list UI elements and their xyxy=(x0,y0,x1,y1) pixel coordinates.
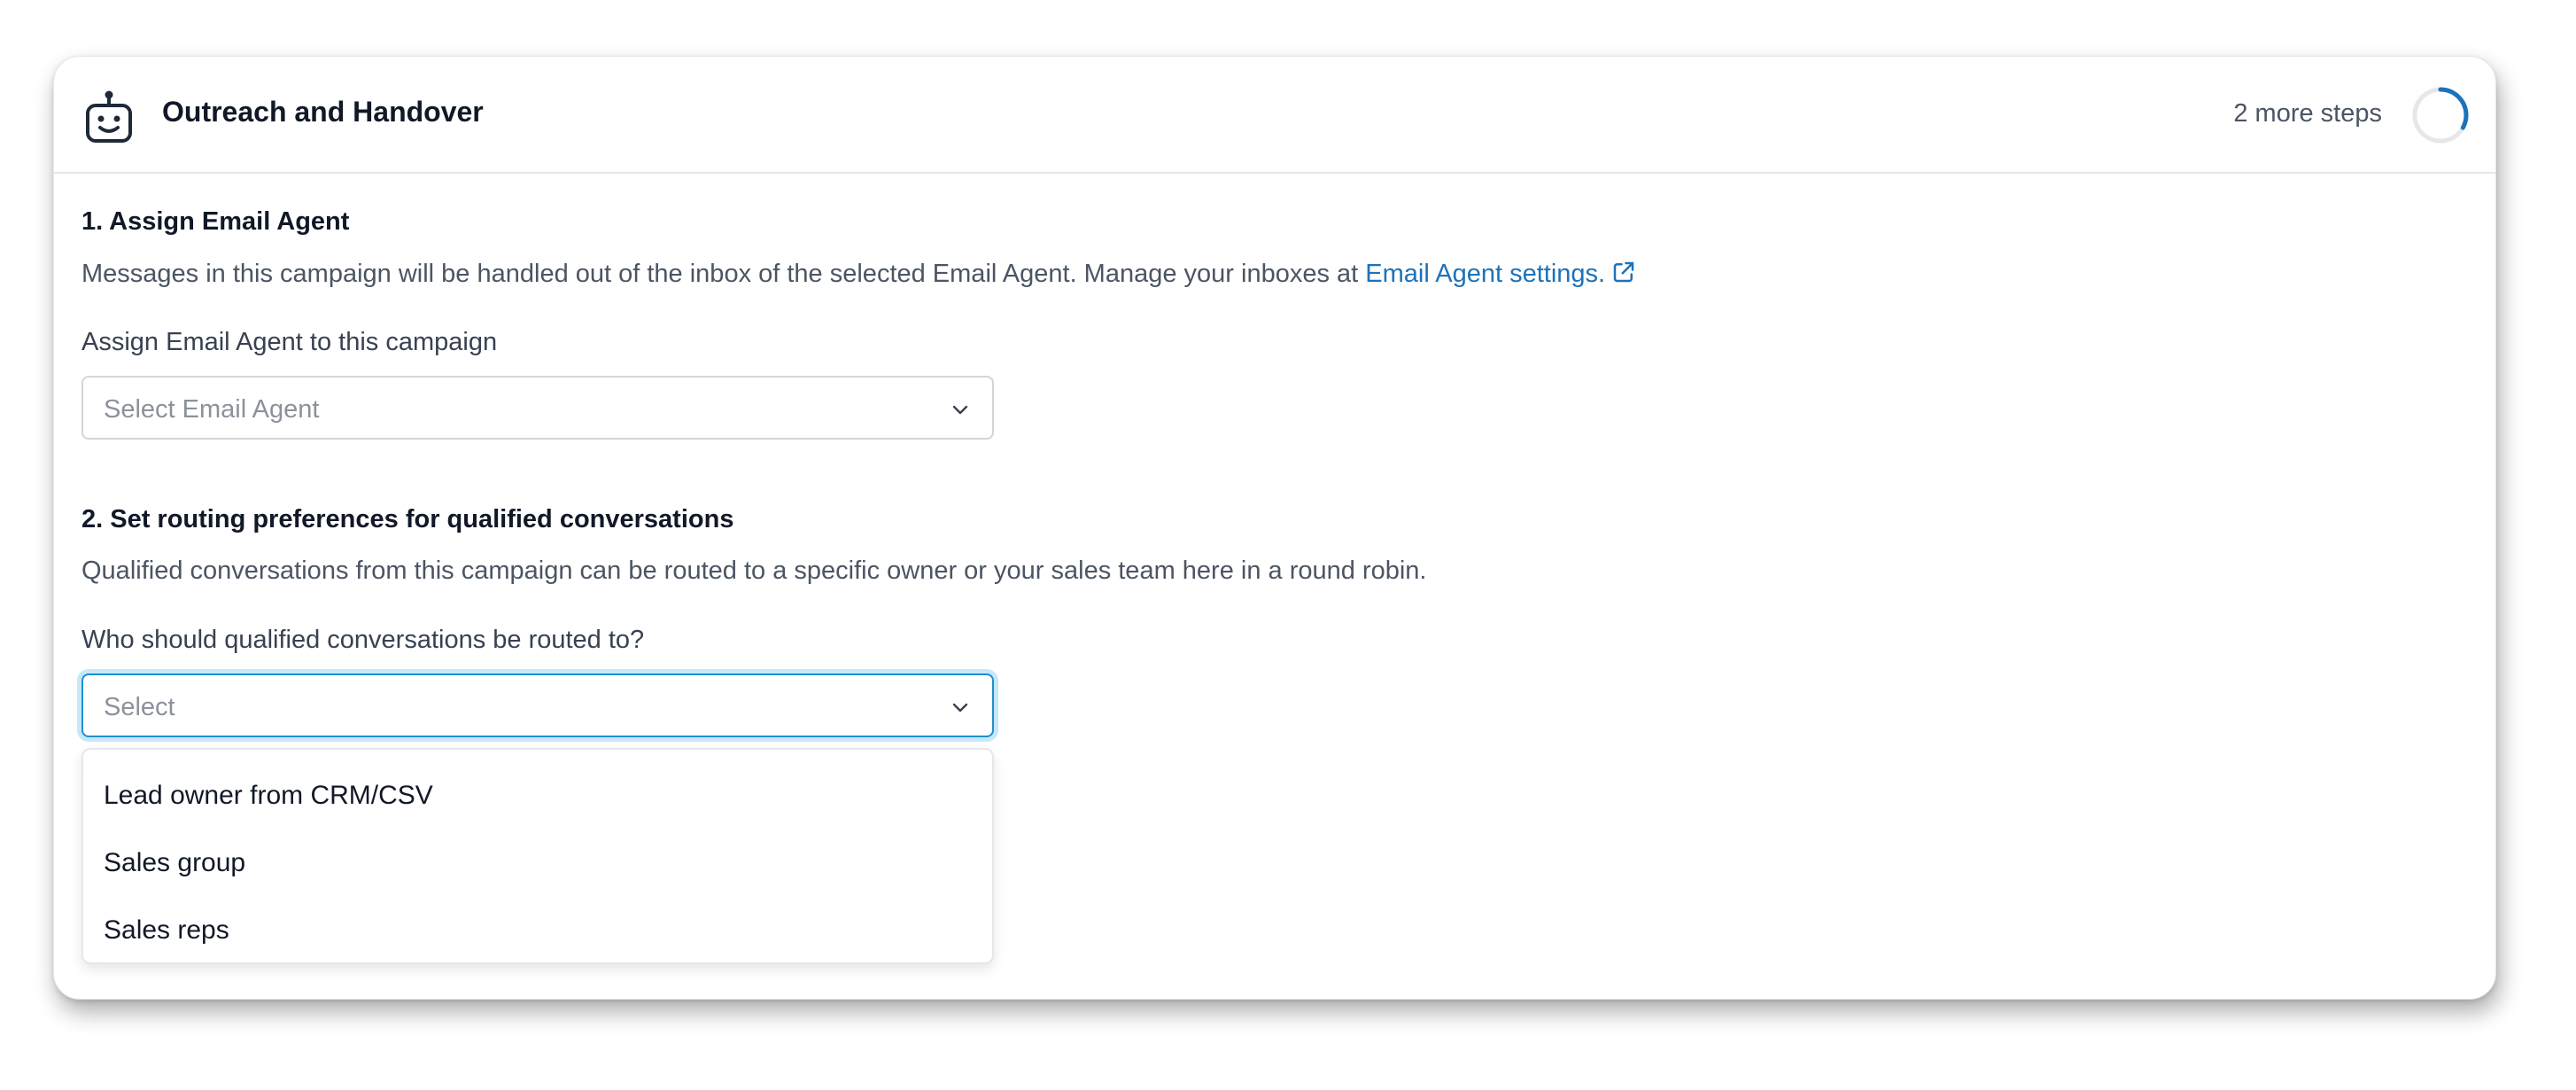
card-header[interactable]: Outreach and Handover 2 more steps xyxy=(54,57,2495,174)
option-sales-group[interactable]: Sales group xyxy=(83,829,992,897)
external-link-icon xyxy=(1613,261,1634,283)
field-label-routing: Who should qualified conversations be ro… xyxy=(81,626,645,654)
section-description-assign-agent: Messages in this campaign will be handle… xyxy=(81,259,1637,289)
progress-ring-icon xyxy=(2412,87,2469,144)
card-title: Outreach and Handover xyxy=(162,96,484,128)
robot-icon xyxy=(86,90,132,143)
email-agent-select[interactable]: Select Email Agent xyxy=(81,376,994,440)
field-label-email-agent: Assign Email Agent to this campaign xyxy=(81,328,498,356)
chevron-down-icon xyxy=(952,703,968,712)
section-description-routing: Qualified conversations from this campai… xyxy=(81,557,1427,585)
chevron-down-icon xyxy=(952,405,968,415)
routing-dropdown-menu: Lead owner from CRM/CSV Sales group Sale… xyxy=(81,748,994,964)
option-sales-reps[interactable]: Sales reps xyxy=(83,897,992,964)
section-title-routing: 2. Set routing preferences for qualified… xyxy=(81,505,734,533)
outreach-handover-card: Outreach and Handover 2 more steps 1. As… xyxy=(53,56,2496,1000)
select-placeholder: Select xyxy=(104,693,175,721)
section-title-assign-agent: 1. Assign Email Agent xyxy=(81,207,350,236)
select-placeholder: Select Email Agent xyxy=(104,395,320,424)
option-lead-owner[interactable]: Lead owner from CRM/CSV xyxy=(83,762,992,829)
steps-remaining: 2 more steps xyxy=(2233,99,2382,128)
link-label: Email Agent settings. xyxy=(1365,260,1606,288)
routing-select[interactable]: Select xyxy=(81,673,994,737)
email-agent-settings-link[interactable]: Email Agent settings. xyxy=(1365,260,1637,288)
description-text: Messages in this campaign will be handle… xyxy=(81,260,1366,288)
